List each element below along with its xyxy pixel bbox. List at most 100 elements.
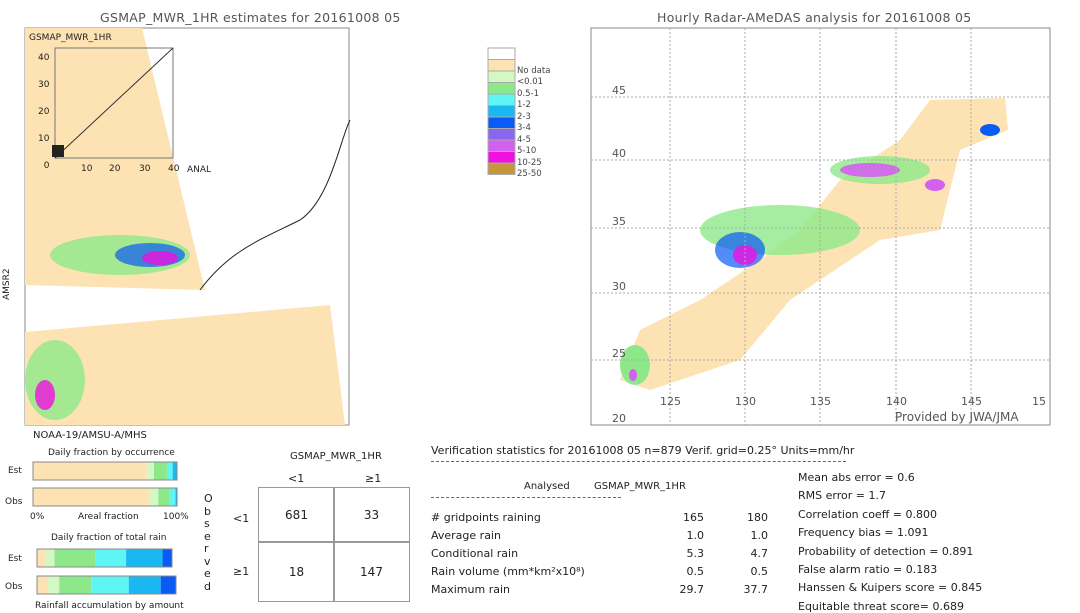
stat-label: # gridpoints raining	[431, 511, 541, 524]
right-map	[590, 27, 1051, 426]
rain-obs-segment	[59, 576, 92, 594]
lat-tick: 30	[612, 280, 626, 293]
legend-label: 25-50	[517, 169, 542, 179]
score: Frequency bias = 1.091	[798, 526, 929, 540]
occurrence-obs-segment	[33, 488, 150, 506]
stat-analysed: 5.3	[686, 547, 705, 560]
stat-gsmap: 37.7	[743, 583, 769, 596]
rain-est-segment	[126, 549, 163, 567]
inset-xtick: 30	[139, 164, 151, 174]
rain-obs-segment	[48, 576, 60, 594]
inset-label: GSMAP_MWR_1HR	[29, 33, 112, 43]
credit: Provided by JWA/JMA	[895, 410, 1019, 424]
lon-tick: 140	[886, 395, 907, 408]
stat-label: Rain volume (mm*km²x10⁸)	[431, 565, 585, 578]
cell-fn: 18	[258, 541, 335, 602]
legend-swatches	[487, 47, 516, 175]
stat-gsmap: 4.7	[750, 547, 769, 560]
legend-swatch	[487, 139, 516, 152]
score: Equitable threat score= 0.689	[798, 599, 964, 613]
legend-label: 5-10	[517, 146, 537, 156]
lon-tick: 130	[735, 395, 756, 408]
obs-label: Obs	[5, 582, 23, 592]
lon-tick: 145	[961, 395, 982, 408]
rain-blob	[142, 251, 178, 265]
legend-swatch	[487, 82, 516, 95]
legend-swatch	[487, 162, 516, 175]
occurrence-obs-segment	[158, 488, 170, 506]
fraction-bars	[32, 461, 178, 595]
legend-swatch	[487, 47, 516, 60]
occurrence-obs-segment	[149, 488, 159, 506]
score: Correlation coeff = 0.800	[798, 507, 937, 521]
row-label: ≥1	[233, 565, 250, 578]
col-label: ≥1	[365, 472, 382, 485]
lat-tick: 45	[612, 84, 626, 97]
occurrence-est-segment	[172, 462, 177, 480]
est-label: Est	[8, 554, 22, 564]
rain-blob	[35, 380, 55, 410]
score: Mean abs error = 0.6	[798, 471, 915, 484]
stat-label: Conditional rain	[431, 547, 519, 560]
rain-est-segment	[54, 549, 96, 567]
inset-xlabel: ANAL	[187, 165, 212, 175]
score: Hanssen & Kuipers score = 0.845	[798, 581, 983, 595]
stat-analysed: 29.7	[679, 583, 705, 596]
left-map-title: GSMAP_MWR_1HR estimates for 20161008 05	[100, 10, 401, 25]
total-rain-title: Daily fraction of total rain	[51, 533, 167, 543]
occurrence-est-segment	[33, 462, 147, 480]
divider	[431, 497, 621, 498]
contingency-header: GSMAP_MWR_1HR	[290, 451, 382, 462]
rain-est-segment	[162, 549, 172, 567]
x-label: Areal fraction	[78, 512, 139, 522]
lat-tick: 35	[612, 215, 626, 228]
row-label: <1	[233, 512, 250, 525]
legend-swatch	[487, 59, 516, 72]
obs-label: Obs	[5, 497, 23, 507]
stat-analysed: 165	[683, 511, 704, 524]
total-rain-footer: Rainfall accumulation by amount	[35, 601, 184, 611]
occurrence-est-segment	[146, 462, 154, 480]
stat-gsmap: 180	[747, 511, 768, 524]
side-label: AMSR2	[2, 268, 12, 300]
lon-tick: 15	[1032, 395, 1046, 408]
occurrence-obs-segment	[169, 488, 176, 506]
legend-label: 10-25	[517, 157, 542, 168]
stat-analysed: 0.5	[686, 565, 705, 578]
legend-swatch	[487, 151, 516, 164]
lat-tick: 20	[612, 412, 626, 425]
inset-yticks: 40 30 20 10 0	[38, 53, 50, 171]
col-label: <1	[288, 472, 305, 485]
legend-swatch	[487, 70, 516, 83]
lat-tick: 40	[612, 147, 626, 160]
occurrence-est-segment	[166, 462, 173, 480]
rain-obs-segment	[128, 576, 161, 594]
legend-swatch	[487, 105, 516, 118]
legend-swatch	[487, 128, 516, 141]
legend-label: 4-5	[517, 134, 531, 145]
rain-obs-segment	[160, 576, 176, 594]
stat-analysed: 1.0	[686, 529, 705, 542]
legend-swatch	[487, 116, 516, 129]
rain-est-segment	[45, 549, 55, 567]
score: False alarm ratio = 0.183	[798, 563, 938, 576]
observed-label: Observed	[204, 492, 213, 593]
col-analysed: Analysed	[524, 481, 570, 492]
stat-gsmap: 1.0	[750, 529, 769, 542]
legend-label: 0.5-1	[517, 88, 539, 99]
stat-label: Average rain	[431, 529, 501, 542]
x-min: 0%	[30, 512, 45, 522]
divider	[431, 461, 846, 462]
lat-tick: 25	[612, 347, 626, 360]
occurrence-est-segment	[153, 462, 167, 480]
cell-tp: 147	[333, 541, 410, 602]
legend-label: No data	[517, 65, 551, 76]
rain-blob	[25, 340, 85, 420]
rain-obs-segment	[37, 576, 49, 594]
est-label: Est	[8, 466, 22, 476]
cell-fp: 33	[333, 487, 410, 543]
stat-gsmap: 0.5	[750, 565, 769, 578]
rain-est-segment	[37, 549, 46, 567]
legend-label: 3-4	[517, 123, 531, 133]
legend-label: <0.01	[517, 77, 544, 87]
